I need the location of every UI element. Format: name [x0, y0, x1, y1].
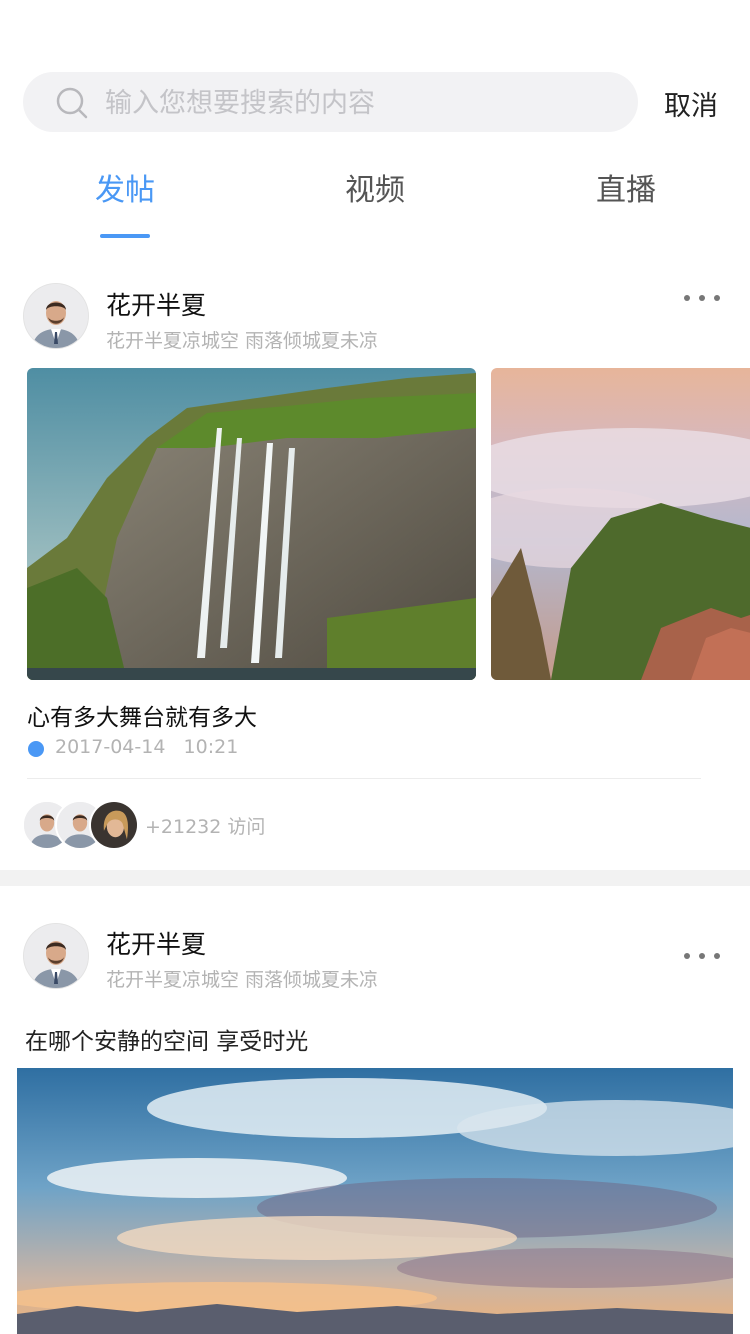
author-name[interactable]: 花开半夏 — [106, 925, 206, 961]
post-date: 2017-04-14 — [55, 736, 166, 758]
author-subtitle: 花开半夏凉城空 雨落倾城夏未凉 — [106, 969, 379, 991]
tab-posts[interactable]: 发帖 — [45, 165, 205, 209]
post-image-clouds[interactable] — [491, 368, 750, 680]
visitor-avatar[interactable] — [89, 800, 139, 850]
more-options-icon[interactable] — [680, 946, 724, 966]
post-title[interactable]: 心有多大舞台就有多大 — [27, 698, 257, 732]
cancel-button[interactable]: 取消 — [664, 84, 718, 123]
tab-live[interactable]: 直播 — [546, 165, 706, 209]
divider — [27, 778, 701, 779]
tab-bar: 发帖 视频 直播 — [0, 160, 750, 238]
post-timestamp: 2017-04-14 10:21 — [55, 736, 238, 758]
avatar[interactable] — [24, 924, 88, 988]
visit-count: +21232 访问 — [145, 816, 266, 838]
author-name[interactable]: 花开半夏 — [106, 286, 206, 322]
search-bar[interactable] — [23, 72, 638, 134]
search-icon — [56, 87, 88, 119]
post-image-waterfall[interactable] — [27, 368, 476, 680]
search-input[interactable] — [103, 72, 617, 134]
post-card: 花开半夏 花开半夏凉城空 雨落倾城夏未凉 心有多大舞台就有多大 2017-04-… — [0, 238, 750, 870]
more-options-icon[interactable] — [680, 288, 724, 308]
post-card: 花开半夏 花开半夏凉城空 雨落倾城夏未凉 在哪个安静的空间 享受时光 — [0, 886, 750, 1334]
avatar[interactable] — [24, 284, 88, 348]
post-image-sunset[interactable] — [17, 1068, 733, 1334]
author-subtitle: 花开半夏凉城空 雨落倾城夏未凉 — [106, 330, 379, 352]
post-time: 10:21 — [183, 736, 239, 758]
post-text[interactable]: 在哪个安静的空间 享受时光 — [25, 1022, 308, 1056]
header: 取消 发帖 视频 直播 — [0, 0, 750, 238]
tab-videos[interactable]: 视频 — [295, 165, 455, 209]
date-indicator-dot — [28, 741, 44, 757]
